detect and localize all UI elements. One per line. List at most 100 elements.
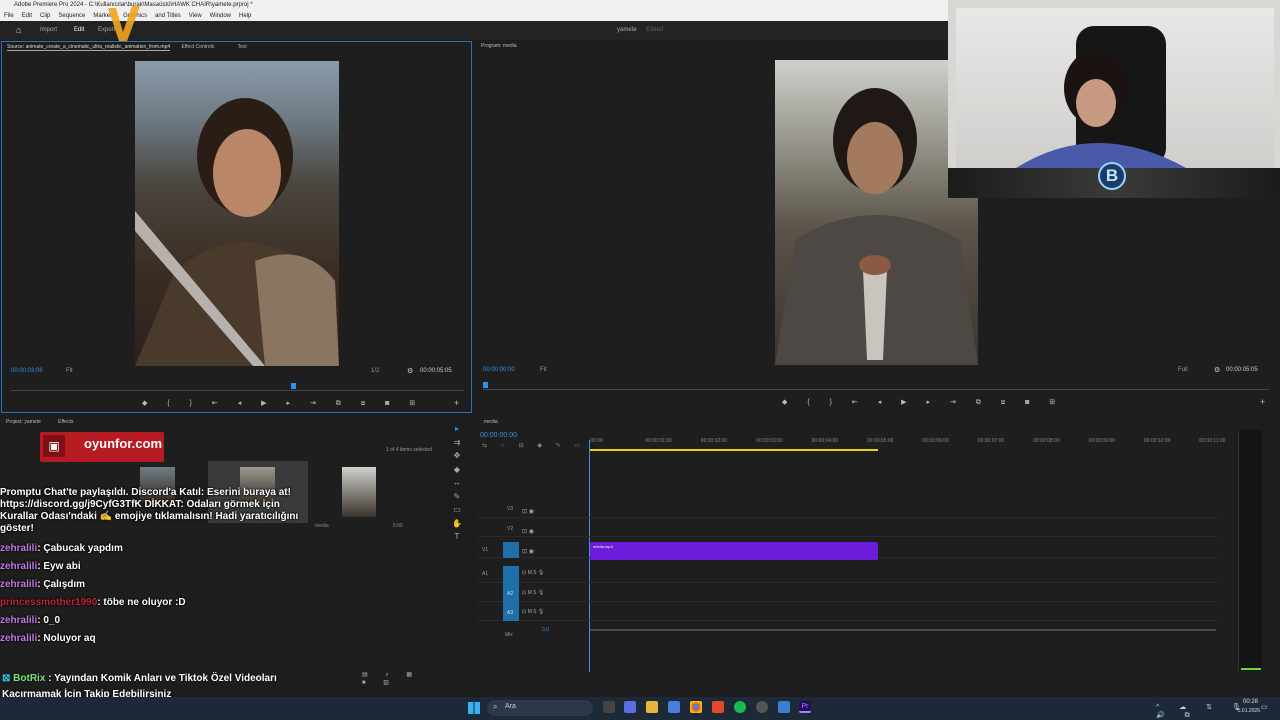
selection-tool-icon[interactable]: ▸ (447, 422, 467, 436)
source-transport-controls[interactable]: ◆ { } ⇤ ◂ ▶ ▸ ⇥ ⧉ ⧈ ◙ ⊞ (142, 399, 424, 408)
source-timecode[interactable]: 00:00:03:06 (11, 368, 43, 374)
program-wrench-icon[interactable]: ⚙ (1214, 366, 1220, 374)
audio-track-controls[interactable]: ⊡ M S 🎙 ⊡ M S 🎙 ⊡ M S 🎙 (522, 564, 544, 623)
project-thumb-3[interactable] (342, 467, 376, 517)
track-select-tool-icon[interactable]: ⇉ (447, 436, 467, 450)
system-tray-icons[interactable]: ^ ☁ ⇅ 🎙 ▭ 🔊 ⧉ (1156, 703, 1280, 720)
track-a2-label: A2 (507, 591, 514, 597)
menu-item-8[interactable]: Window (210, 11, 231, 21)
file-explorer-icon[interactable] (646, 701, 658, 713)
premiere-icon[interactable]: Pr (799, 701, 811, 713)
menu-item-0[interactable]: File (4, 11, 14, 21)
tab-timeline[interactable]: media (484, 417, 498, 427)
source-ratio-select[interactable]: 1/2 (371, 368, 379, 374)
app-icon-1[interactable] (668, 701, 680, 713)
tab-source[interactable]: Source: animate_create_a_cinematic_ultra… (7, 44, 171, 51)
video-track-controls[interactable]: ⊡ ◉ ⊡ ◉ ⊡ ◉ (522, 502, 534, 562)
track-v2[interactable] (478, 518, 1218, 537)
chat-message: zehralili: Çabucak yapdım (0, 543, 320, 555)
track-v3[interactable] (478, 499, 1218, 518)
menu-item-6[interactable]: and Titles (155, 11, 181, 21)
program-playhead[interactable] (483, 382, 488, 388)
wrench-icon[interactable]: ⚙ (407, 367, 413, 375)
track-a3[interactable] (478, 602, 1218, 621)
program-transport-controls[interactable]: ◆ { } ⇤ ◂ ▶ ▸ ⇥ ⧉ ⧈ ◙ ⊞ (782, 398, 1064, 407)
home-icon[interactable]: ⌂ (16, 21, 21, 40)
source-add-button[interactable]: + (454, 398, 459, 408)
ruler-tick-label: 00:00:04:00 (811, 438, 839, 444)
source-scrubber[interactable] (11, 387, 464, 391)
type-tool-icon[interactable]: T (447, 530, 467, 544)
program-fit-select[interactable]: Fit (540, 367, 547, 373)
track-a1-label: A1 (482, 571, 489, 577)
brand-banner: ▣ oyunfor.com (40, 432, 164, 462)
tab-text[interactable]: Text (238, 44, 247, 50)
track-a3-label: A3 (507, 610, 514, 616)
program-add-button[interactable]: + (1260, 397, 1265, 407)
track-a2[interactable] (478, 583, 1218, 602)
work-area-bar[interactable] (590, 449, 878, 451)
track-a1[interactable] (478, 564, 1218, 583)
brave-icon[interactable] (712, 701, 724, 713)
program-timecode[interactable]: 00:00:00:00 (483, 367, 515, 373)
copilot-icon[interactable] (624, 701, 636, 713)
menu-item-9[interactable]: Help (239, 11, 251, 21)
ripple-tool-icon[interactable]: ✥ (447, 449, 467, 463)
app-icon-3[interactable] (778, 701, 790, 713)
source-duration: 00:00:05:05 (420, 368, 452, 374)
task-view-icon[interactable] (603, 701, 615, 713)
bot-icon: ⊠ (2, 673, 11, 684)
app-icon-2[interactable] (756, 701, 768, 713)
chat-text: : Eyw abi (37, 561, 81, 572)
chat-user: princessmother1990 (0, 597, 98, 608)
tab-effects[interactable]: Effects (58, 419, 73, 425)
menu-item-3[interactable]: Sequence (58, 11, 85, 21)
tab-project[interactable]: Project: yamete (6, 419, 41, 425)
source-fit-select[interactable]: Fit (66, 368, 73, 374)
timeline-timecode[interactable]: 00:00:00:00 (480, 432, 517, 439)
project-bottom-tools[interactable]: ▤ ⌕ ▦ ■ ▥ (362, 671, 440, 686)
chrome-icon[interactable] (690, 701, 702, 713)
slip-tool-icon[interactable]: ↔ (447, 476, 467, 490)
windows-start-icon[interactable] (468, 702, 480, 714)
ruler-tick-label: 00:00:05:00 (867, 438, 894, 444)
chat-user: zehralili (0, 543, 38, 554)
timeline-tools[interactable]: ⇆ ∩ ⊟ ◆ ✎ ▭ (482, 442, 586, 449)
v1-target-toggle[interactable] (503, 542, 519, 558)
ruler-tick-label: 00:00:03:00 (756, 438, 783, 444)
timeline-ruler[interactable]: 00:00 00:00:01:00 00:00:02:00 00:00:03:00 00… (590, 437, 1225, 449)
program-scrubber[interactable] (483, 386, 1269, 390)
pen-tool-icon[interactable]: ✎ (447, 490, 467, 504)
tab-program[interactable]: Program: media (481, 41, 517, 51)
document-status: Edited (646, 27, 664, 33)
chat-text: : 0_0 (37, 615, 61, 626)
program-quality-select[interactable]: Full (1178, 367, 1188, 373)
clock-date[interactable]: 5.01.2026 (1228, 708, 1260, 714)
menu-bar: FileEditClipSequenceMarkersGraphicsand T… (0, 11, 948, 21)
mix-track-line (590, 629, 1216, 631)
webcam-overlay: B (948, 0, 1280, 198)
chat-announcement: Promptu Chat'te paylaşıldı. Discord'a Ka… (0, 487, 299, 534)
spotify-icon[interactable] (734, 701, 746, 713)
menu-item-7[interactable]: View (189, 11, 202, 21)
chat-user: zehralili (0, 579, 38, 590)
timeline-clip[interactable]: media.mp4 (590, 542, 878, 560)
taskbar (0, 697, 1280, 720)
tab-import[interactable]: Import (40, 21, 57, 40)
menu-item-2[interactable]: Clip (40, 11, 50, 21)
tab-effect-controls[interactable]: Effect Controls (182, 44, 215, 50)
ruler-tick-label: 00:00:08:00 (1033, 438, 1060, 444)
mix-value[interactable]: 0.0 (542, 627, 549, 633)
ruler-tick-label: 00:00:07:00 (977, 438, 1005, 444)
chat-overlay: Promptu Chat'te paylaşıldı. Discord'a Ka… (0, 487, 320, 651)
razor-tool-icon[interactable]: ◆ (447, 463, 467, 477)
tab-edit[interactable]: Edit (74, 21, 84, 40)
track-v3-label: V3 (507, 506, 514, 512)
clock-time[interactable]: 00:28 (1236, 699, 1258, 705)
hand-tool-icon[interactable]: ✋ (447, 517, 467, 531)
rectangle-tool-icon[interactable]: ▭ (447, 503, 467, 517)
taskbar-search[interactable]: ⌕ Ara (487, 700, 593, 716)
menu-item-1[interactable]: Edit (22, 11, 32, 21)
ruler-tick-label: 00:00 (590, 438, 603, 444)
source-playhead[interactable] (291, 383, 296, 389)
